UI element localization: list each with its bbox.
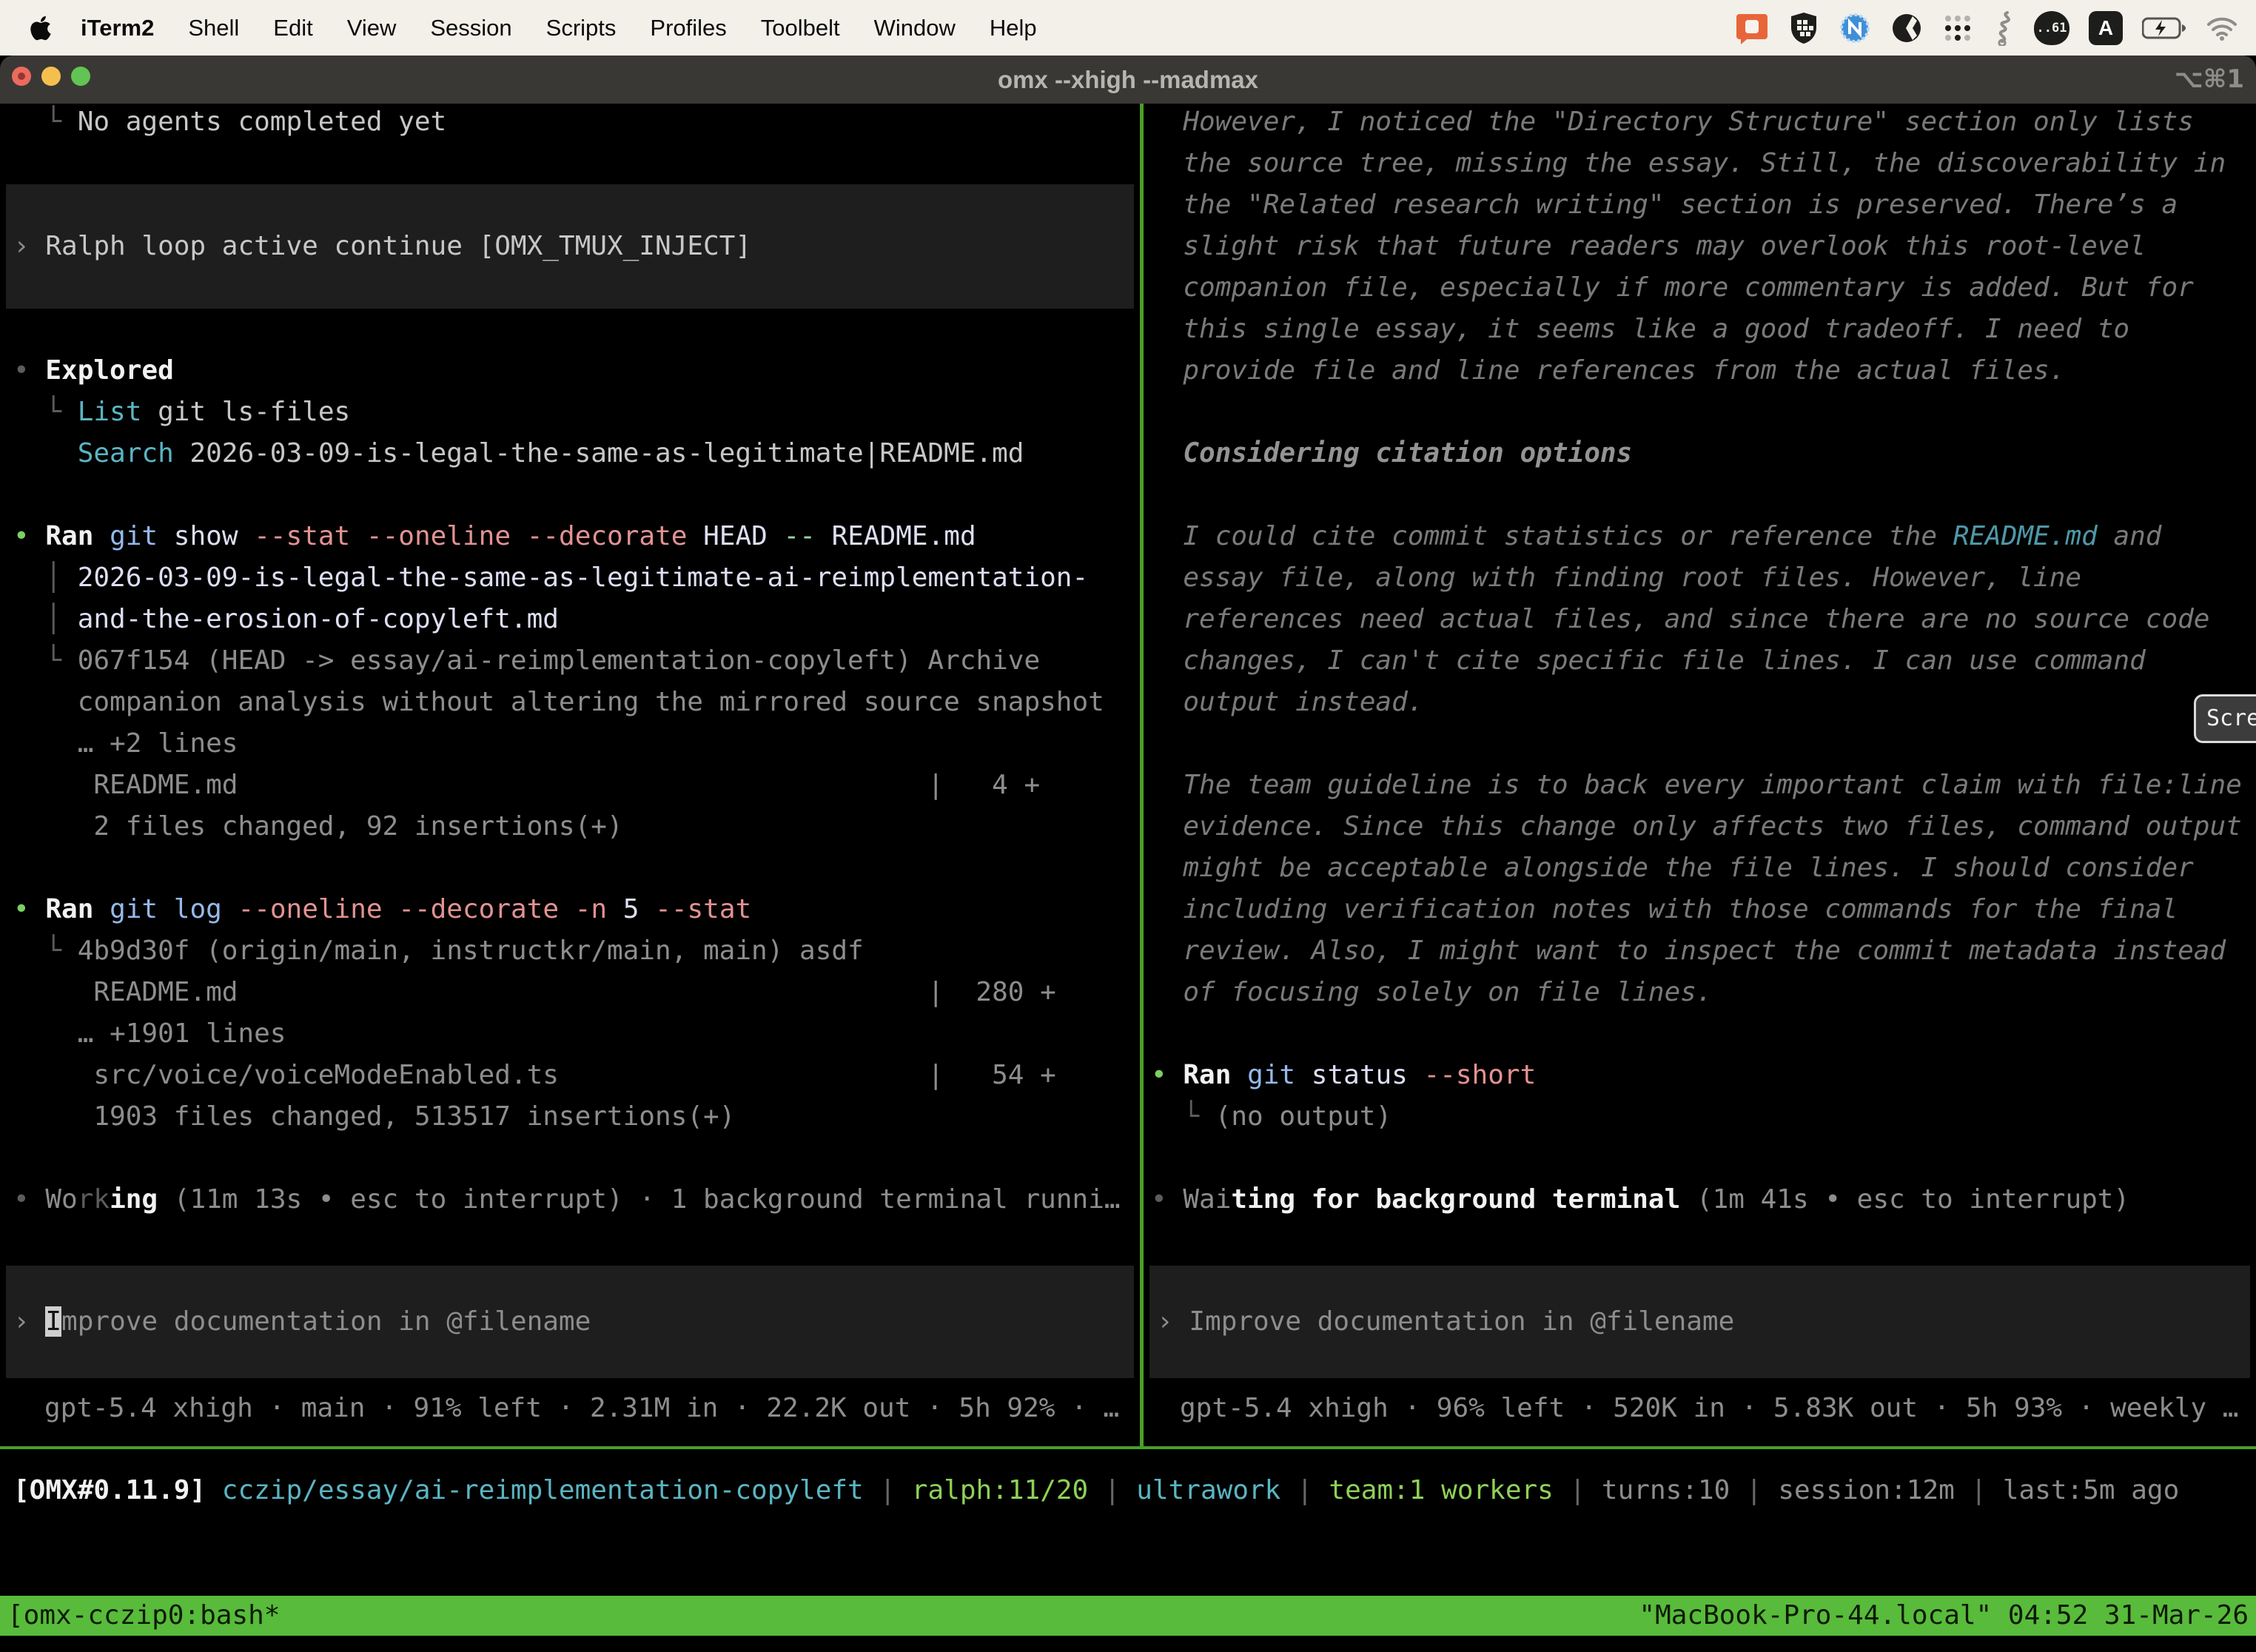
tmux-status-bar: [omx-cczip0:bash* "MacBook-Pro-44.local"… <box>0 1596 2256 1636</box>
menu-item-edit[interactable]: Edit <box>256 15 329 41</box>
terminal-line <box>13 1138 1131 1179</box>
terminal-line: • Waiting for background terminal (1m 41… <box>1151 1179 2254 1220</box>
apple-logo-icon[interactable] <box>28 13 53 43</box>
terminal-line <box>1151 1138 2254 1179</box>
terminal-line: output instead. <box>1151 682 2254 723</box>
terminal-line: └ List git ls-files <box>13 392 1131 433</box>
a-app-icon[interactable]: A <box>2089 11 2123 45</box>
terminal-line <box>13 143 1131 184</box>
menu-item-scripts[interactable]: Scripts <box>529 15 634 41</box>
terminal-line: README.md | 4 + <box>13 765 1131 806</box>
terminal-line: └ (no output) <box>1151 1096 2254 1138</box>
terminal-line <box>13 474 1131 516</box>
terminal-line: └ 4b9d30f (origin/main, instructkr/main,… <box>13 930 1131 972</box>
menu-item-shell[interactable]: Shell <box>171 15 256 41</box>
omx-status-line: [OMX#0.11.9] cczip/essay/ai-reimplementa… <box>13 1470 2179 1511</box>
dark-circle-icon[interactable] <box>1890 12 1923 44</box>
terminal-line: src/voice/voiceModeEnabled.ts | 54 + <box>13 1055 1131 1096</box>
dots-grid-icon[interactable] <box>1942 13 1973 44</box>
right-prompt-line: › Improve documentation in @filename <box>1149 1301 2250 1343</box>
terminal-line: • Ran git status --short <box>1151 1055 2254 1096</box>
terminal-line: provide file and line references from th… <box>1151 350 2254 392</box>
terminal-line: companion analysis without altering the … <box>13 682 1131 723</box>
screen-tooltip[interactable]: Scre <box>2194 694 2256 743</box>
terminal-line: the "Related research writing" section i… <box>1151 184 2254 226</box>
pane-divider-vertical[interactable] <box>1140 104 1144 1446</box>
terminal-line: references need actual files, and since … <box>1151 599 2254 640</box>
terminal-line: changes, I can't cite specific file line… <box>1151 640 2254 682</box>
terminal-line: README.md | 280 + <box>13 972 1131 1013</box>
menu-item-profiles[interactable]: Profiles <box>633 15 743 41</box>
minimize-button[interactable] <box>41 67 61 86</box>
terminal-line: … +1901 lines <box>13 1013 1131 1055</box>
battery-percent-badge-icon[interactable]: ..61 <box>2034 11 2069 45</box>
menu-bar-status-area: ..61 A <box>1735 0 2238 56</box>
menu-item-session[interactable]: Session <box>413 15 528 41</box>
right-model-status: gpt-5.4 xhigh · 96% left · 520K in · 5.8… <box>1180 1388 2238 1429</box>
menu-bar: iTerm2 Shell Edit View Session Scripts P… <box>0 0 2256 56</box>
terminal-line: │ 2026-03-09-is-legal-the-same-as-legiti… <box>13 557 1131 599</box>
blue-badge-icon[interactable] <box>1839 12 1871 44</box>
terminal-line: 2 files changed, 92 insertions(+) <box>13 806 1131 847</box>
window-title-bar: omx --xhigh --madmax <box>0 56 2256 104</box>
terminal-line <box>1151 1013 2254 1055</box>
terminal-line: this single essay, it seems like a good … <box>1151 309 2254 350</box>
left-prompt-line: › Improve documentation in @filename <box>6 1301 1134 1343</box>
terminal-line: └ No agents completed yet <box>13 101 1131 143</box>
terminal-line: evidence. Since this change only affects… <box>1151 806 2254 847</box>
terminal-line <box>1151 474 2254 516</box>
terminal-line: • Ran git show --stat --oneline --decora… <box>13 516 1131 557</box>
terminal-line: Considering citation options <box>1151 433 2254 474</box>
terminal-line: of focusing solely on file lines. <box>1151 972 2254 1013</box>
tmux-host-clock: "MacBook-Pro-44.local" 04:52 31-Mar-26 <box>1639 1596 2249 1636</box>
terminal-line <box>1151 723 2254 765</box>
menu-item-view[interactable]: View <box>330 15 414 41</box>
window-shortcut-hint: ⌥⌘1 <box>2175 56 2244 104</box>
right-prompt-input[interactable]: › Improve documentation in @filename <box>1149 1266 2250 1378</box>
left-model-status: gpt-5.4 xhigh · main · 91% left · 2.31M … <box>44 1388 1119 1429</box>
menu-item-window[interactable]: Window <box>857 15 973 41</box>
terminal-line <box>1151 392 2254 433</box>
terminal-line: slight risk that future readers may over… <box>1151 226 2254 267</box>
zoom-button[interactable] <box>71 67 90 86</box>
terminal-line: … +2 lines <box>13 723 1131 765</box>
terminal-line: companion file, especially if more comme… <box>1151 267 2254 309</box>
squiggle-icon[interactable] <box>1993 10 2015 46</box>
terminal-line: essay file, along with finding root file… <box>1151 557 2254 599</box>
terminal-line: Search 2026-03-09-is-legal-the-same-as-l… <box>13 433 1131 474</box>
menu-item-toolbelt[interactable]: Toolbelt <box>744 15 857 41</box>
terminal-line: │ and-the-erosion-of-copyleft.md <box>13 599 1131 640</box>
privacy-shield-icon[interactable] <box>1788 11 1819 45</box>
terminal-line: including verification notes with those … <box>1151 889 2254 930</box>
screen-record-indicator-icon[interactable] <box>1735 11 1769 45</box>
close-button[interactable] <box>12 67 31 86</box>
terminal-line: However, I noticed the "Directory Struct… <box>1151 101 2254 143</box>
terminal-line <box>13 309 1131 350</box>
terminal-line <box>13 847 1131 889</box>
window-title: omx --xhigh --madmax <box>998 66 1258 94</box>
terminal-line: • Ran git log --oneline --decorate -n 5 … <box>13 889 1131 930</box>
wifi-icon[interactable] <box>2206 16 2238 41</box>
menu-item-help[interactable]: Help <box>973 15 1054 41</box>
terminal-line: └ 067f154 (HEAD -> essay/ai-reimplementa… <box>13 640 1131 682</box>
left-prompt-input[interactable]: › Improve documentation in @filename <box>6 1266 1134 1378</box>
pane-divider-horizontal <box>0 1446 2256 1449</box>
left-inject-box: › Ralph loop active continue [OMX_TMUX_I… <box>6 184 1134 309</box>
inject-line: › Ralph loop active continue [OMX_TMUX_I… <box>6 226 1134 267</box>
terminal-line: • Working (11m 13s • esc to interrupt) ·… <box>13 1179 1131 1220</box>
right-pane-output: However, I noticed the "Directory Struct… <box>1151 101 2254 1220</box>
terminal-line: review. Also, I might want to inspect th… <box>1151 930 2254 972</box>
tmux-session-name: [omx-cczip0:bash* <box>7 1596 280 1636</box>
terminal-line: • Explored <box>13 350 1131 392</box>
battery-icon[interactable] <box>2142 17 2186 39</box>
menu-item-iterm2[interactable]: iTerm2 <box>64 15 171 41</box>
terminal-line: I could cite commit statistics or refere… <box>1151 516 2254 557</box>
terminal-line: the source tree, missing the essay. Stil… <box>1151 143 2254 184</box>
terminal-line: might be acceptable alongside the file l… <box>1151 847 2254 889</box>
terminal-line: 1903 files changed, 513517 insertions(+) <box>13 1096 1131 1138</box>
terminal-line: The team guideline is to back every impo… <box>1151 765 2254 806</box>
